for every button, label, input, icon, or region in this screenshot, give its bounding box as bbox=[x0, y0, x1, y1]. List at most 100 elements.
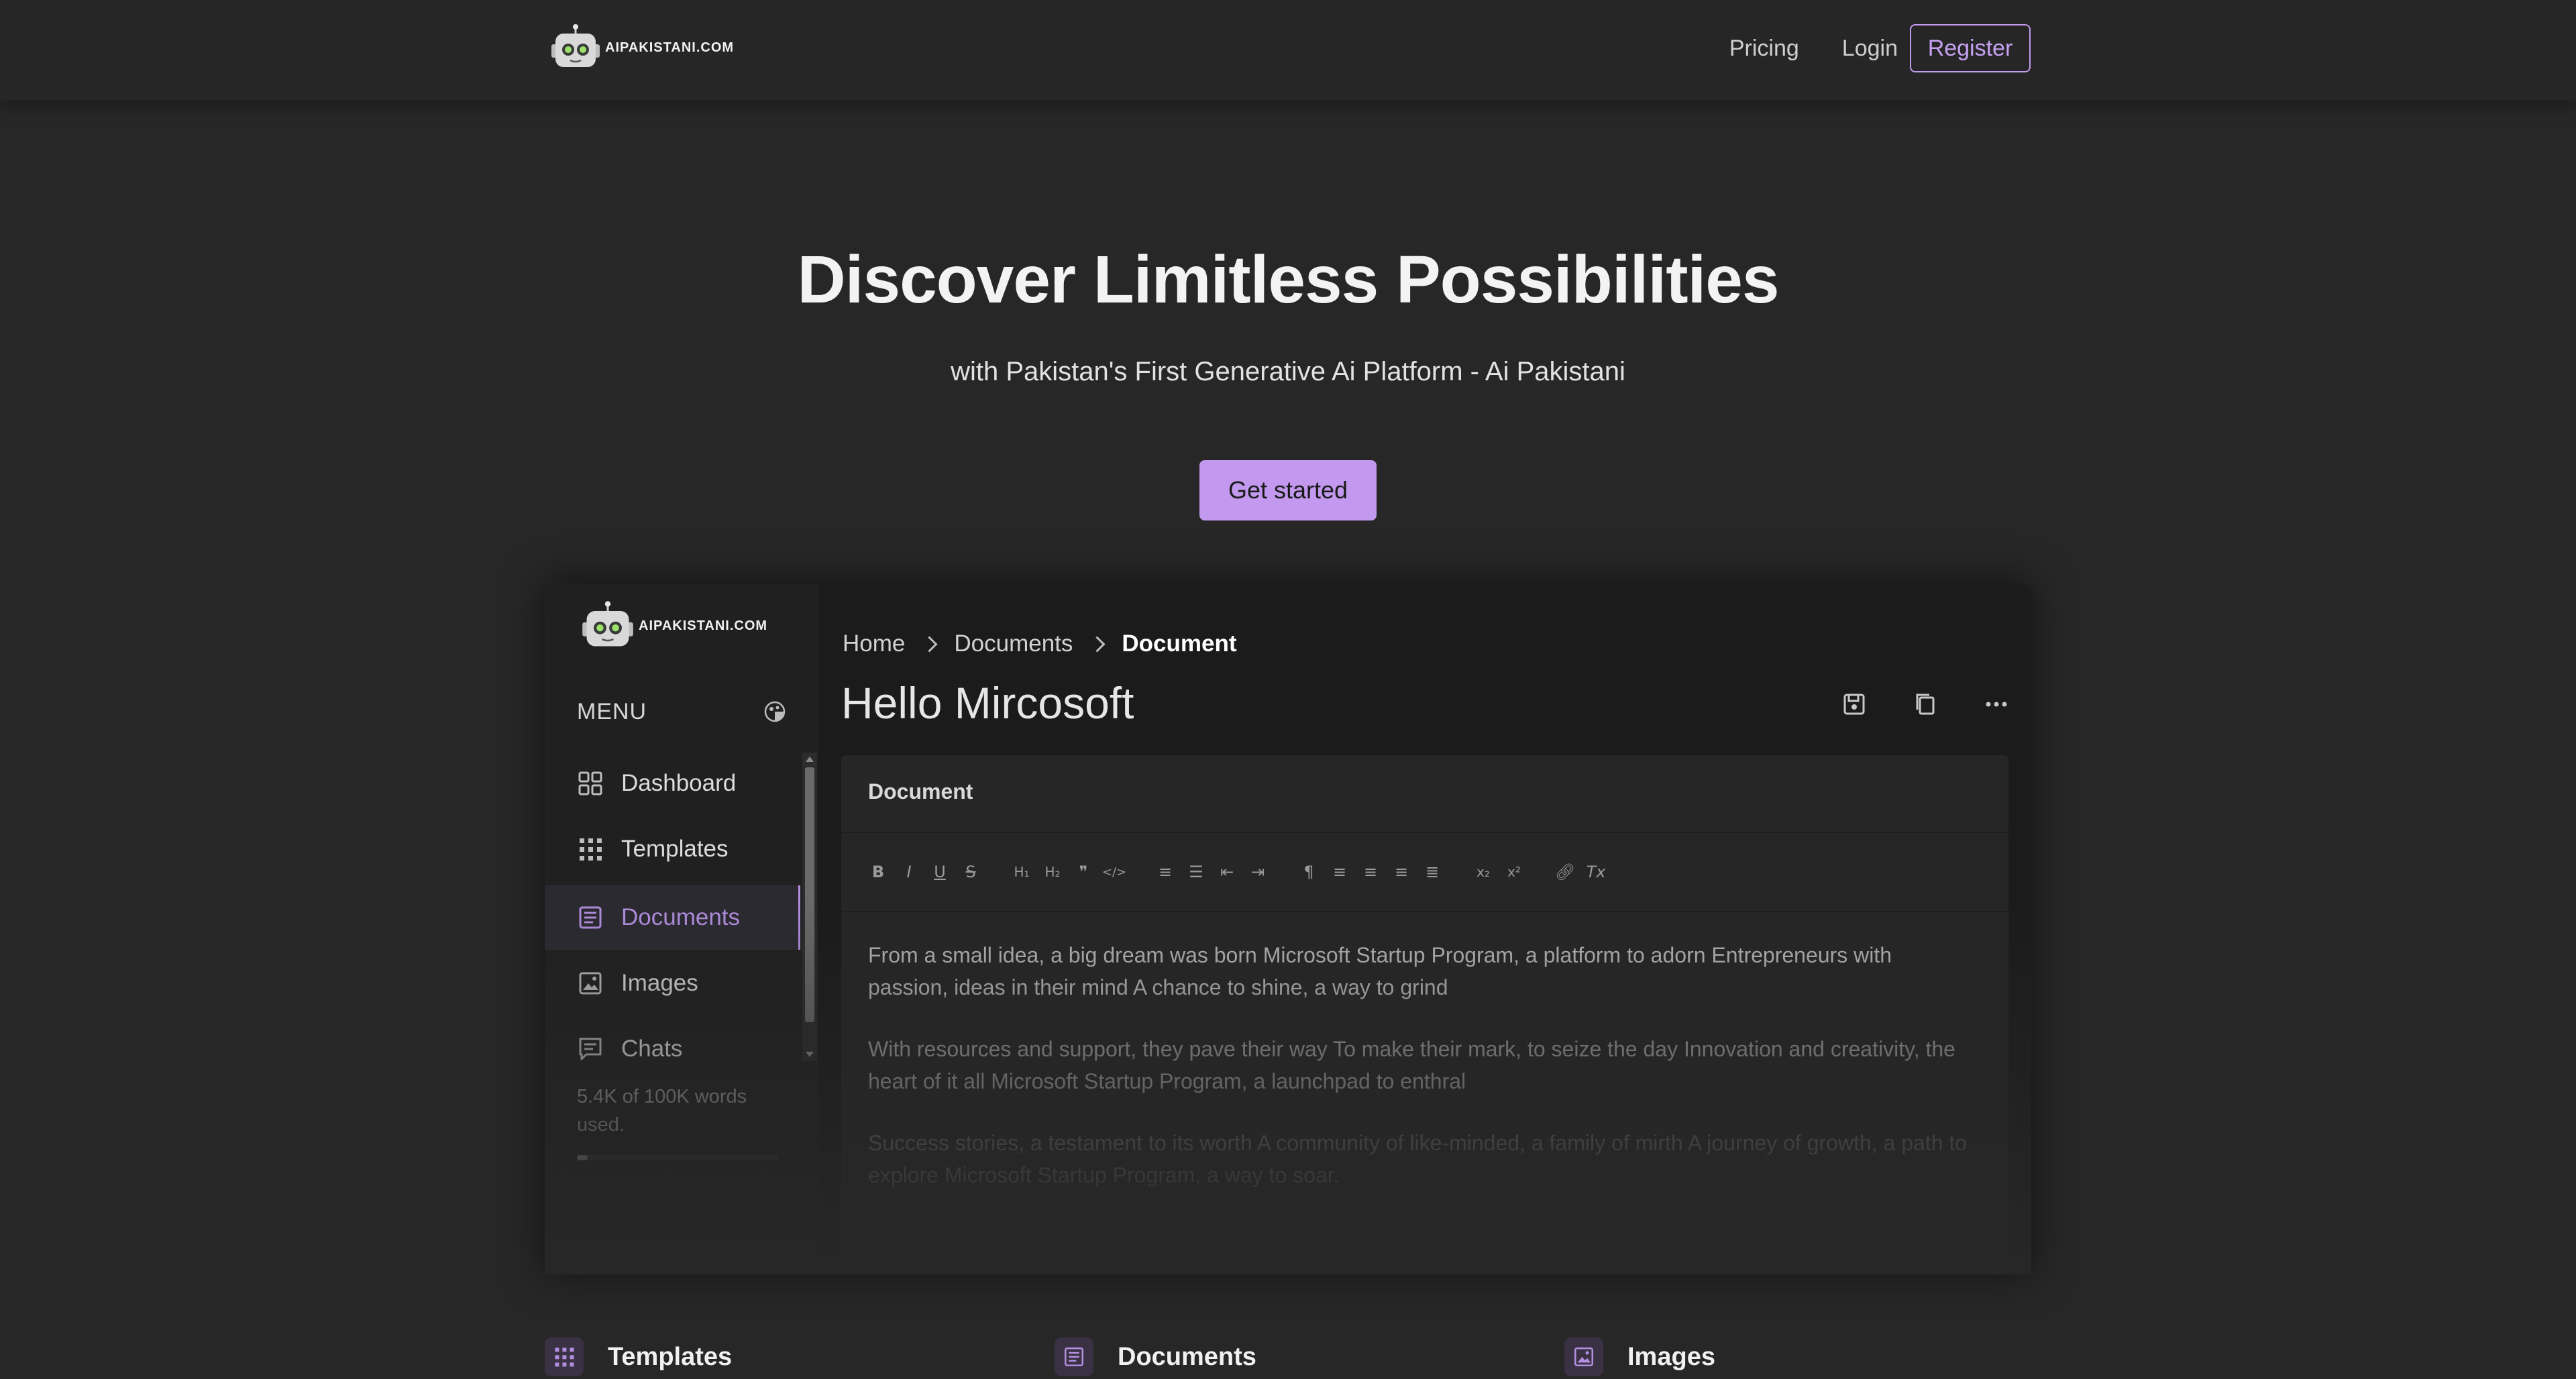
editor-toolbar: B I U S H₁ H₂ ❞ </> ≡ ☰ ⇤ ⇥ ¶ ≡ ≡ ≡ ≣ x₂… bbox=[841, 833, 2008, 912]
align-left-icon[interactable]: ≡ bbox=[1330, 862, 1350, 882]
word-usage-bar bbox=[577, 1155, 778, 1160]
grid-icon bbox=[578, 771, 602, 795]
heading-2-icon[interactable]: H₂ bbox=[1042, 862, 1063, 882]
preview-main: Home Documents Document Hello Mircosoft bbox=[818, 584, 2031, 1274]
scrollbar-thumb[interactable] bbox=[805, 767, 814, 1022]
sidebar-item-images[interactable]: Images bbox=[545, 951, 800, 1015]
preview-sidebar: AIPAKISTANI.COM MENU Dashboard Templates… bbox=[545, 584, 818, 1274]
outdent-icon[interactable]: ⇤ bbox=[1217, 862, 1237, 882]
bold-icon[interactable]: B bbox=[868, 862, 888, 882]
feature-label: Images bbox=[1627, 1342, 1715, 1371]
top-navbar: AIPAKISTANI.COM Pricing Login Register bbox=[0, 0, 2576, 101]
feature-documents[interactable]: Documents bbox=[1055, 1337, 1256, 1376]
word-count-text: 93 words bbox=[983, 1239, 1065, 1262]
sidebar-item-chats[interactable]: Chats bbox=[545, 1017, 800, 1081]
sidebar-item-documents[interactable]: Documents bbox=[545, 885, 800, 950]
sidebar-item-dashboard[interactable]: Dashboard bbox=[545, 751, 800, 816]
updated-time-text: 1 day ago bbox=[1795, 1239, 1884, 1262]
theme-toggle-icon[interactable] bbox=[763, 700, 786, 723]
hero-title: Discover Limitless Possibilities bbox=[797, 242, 1779, 317]
chevron-right-icon bbox=[921, 635, 938, 653]
copy-icon[interactable] bbox=[1911, 690, 1940, 719]
document-actions bbox=[1798, 690, 2011, 719]
template-text: Freestyle bbox=[1386, 1239, 1469, 1262]
sidebar-item-label: Chats bbox=[621, 1036, 683, 1062]
bullet-list-icon[interactable]: ☰ bbox=[1186, 862, 1206, 882]
word-usage-text: 5.4K of 100K words used. bbox=[577, 1086, 747, 1136]
editor-paragraph: Success stories, a testament to its wort… bbox=[868, 1131, 1968, 1187]
superscript-icon[interactable]: x² bbox=[1504, 862, 1524, 882]
feature-label: Templates bbox=[608, 1342, 733, 1371]
sidebar-item-label: Documents bbox=[621, 904, 741, 930]
ordered-list-icon[interactable]: ≡ bbox=[1155, 862, 1175, 882]
logo-text: AIPAKISTANI.COM bbox=[605, 40, 735, 55]
logo-text: AIPAKISTANI.COM bbox=[639, 618, 768, 633]
word-count: 93 words bbox=[955, 1239, 1065, 1262]
editor-label: Document bbox=[868, 779, 973, 804]
sidebar-scrollbar[interactable] bbox=[802, 753, 817, 1061]
code-icon[interactable]: </> bbox=[1102, 862, 1126, 882]
image-icon bbox=[1564, 1337, 1603, 1376]
nav-links: Pricing Login Register bbox=[1729, 23, 2031, 74]
feature-images[interactable]: Images bbox=[1564, 1337, 1715, 1376]
register-button[interactable]: Register bbox=[1910, 24, 2031, 72]
nav-login-link[interactable]: Login bbox=[1842, 23, 1898, 74]
clear-format-icon[interactable]: Tx bbox=[1586, 862, 1606, 882]
link-icon[interactable]: 🔗︎ bbox=[1555, 862, 1575, 882]
scroll-up-arrow-icon[interactable] bbox=[806, 757, 814, 762]
get-started-button[interactable]: Get started bbox=[1199, 460, 1377, 520]
calendar-icon bbox=[1767, 1242, 1786, 1260]
align-justify-icon[interactable]: ≣ bbox=[1422, 862, 1442, 882]
document-icon bbox=[579, 906, 602, 929]
chat-icon bbox=[579, 1038, 602, 1060]
hero-subtitle: with Pakistan's First Generative Ai Plat… bbox=[951, 357, 1625, 386]
updated-time: 1 day ago bbox=[1767, 1239, 1884, 1262]
apps-icon bbox=[580, 838, 602, 861]
nav-pricing-link[interactable]: Pricing bbox=[1729, 23, 1799, 74]
blockquote-icon[interactable]: ❞ bbox=[1073, 862, 1093, 882]
menu-heading: MENU bbox=[577, 699, 647, 724]
text-direction-icon[interactable]: ¶ bbox=[1299, 862, 1319, 882]
sidebar-item-label: Images bbox=[621, 970, 698, 996]
word-usage-fill bbox=[577, 1155, 588, 1160]
underline-icon[interactable]: U bbox=[930, 862, 950, 882]
editor-paragraph: With resources and support, they pave th… bbox=[868, 1037, 1955, 1093]
breadcrumb-documents[interactable]: Documents bbox=[954, 630, 1073, 657]
align-center-icon[interactable]: ≡ bbox=[1360, 862, 1381, 882]
site-logo[interactable]: AIPAKISTANI.COM bbox=[549, 24, 734, 71]
sidebar-item-templates[interactable]: Templates bbox=[545, 817, 800, 881]
strikethrough-icon[interactable]: S bbox=[961, 862, 981, 882]
breadcrumb-home[interactable]: Home bbox=[843, 630, 905, 657]
editor-paragraph: From a small idea, a big dream was born … bbox=[868, 943, 1892, 999]
template-icon bbox=[1358, 1242, 1377, 1260]
apps-icon bbox=[545, 1337, 584, 1376]
italic-icon[interactable]: I bbox=[899, 862, 919, 882]
save-icon[interactable] bbox=[1839, 690, 1869, 719]
word-count-icon bbox=[955, 1242, 974, 1260]
breadcrumb: Home Documents Document bbox=[843, 630, 1237, 657]
feature-templates[interactable]: Templates bbox=[545, 1337, 732, 1376]
app-preview: AIPAKISTANI.COM MENU Dashboard Templates… bbox=[545, 584, 2031, 1274]
scroll-down-arrow-icon[interactable] bbox=[806, 1052, 814, 1057]
chevron-right-icon bbox=[1089, 635, 1106, 653]
robot-logo-icon bbox=[551, 24, 600, 67]
breadcrumb-current: Document bbox=[1122, 630, 1237, 657]
editor-content[interactable]: From a small idea, a big dream was born … bbox=[841, 912, 2008, 1191]
document-icon bbox=[1055, 1337, 1093, 1376]
sidebar-item-label: Dashboard bbox=[621, 770, 737, 796]
image-icon bbox=[579, 972, 602, 995]
template-info: Freestyle bbox=[1358, 1239, 1468, 1262]
editor-header: Document bbox=[841, 755, 2008, 833]
more-options-icon[interactable] bbox=[1982, 690, 2011, 719]
preview-logo[interactable]: AIPAKISTANI.COM bbox=[580, 601, 767, 651]
indent-icon[interactable]: ⇥ bbox=[1248, 862, 1268, 882]
document-title[interactable]: Hello Mircosoft bbox=[841, 677, 1134, 728]
sidebar-item-label: Templates bbox=[621, 836, 729, 862]
robot-logo-icon bbox=[582, 601, 633, 647]
heading-1-icon[interactable]: H₁ bbox=[1012, 862, 1032, 882]
subscript-icon[interactable]: x₂ bbox=[1473, 862, 1493, 882]
feature-label: Documents bbox=[1118, 1342, 1256, 1371]
document-editor: Document B I U S H₁ H₂ ❞ </> ≡ ☰ ⇤ ⇥ ¶ ≡… bbox=[841, 755, 2008, 1274]
align-right-icon[interactable]: ≡ bbox=[1391, 862, 1411, 882]
active-indicator bbox=[798, 885, 800, 950]
